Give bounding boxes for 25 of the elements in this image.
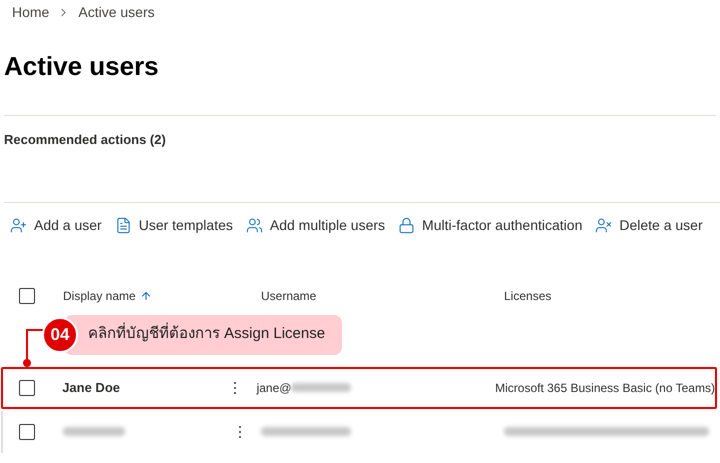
breadcrumb-link[interactable]: Home [12,2,50,22]
toolbar-button[interactable]: Add multiple users [246,215,386,236]
toolbar-button[interactable]: Delete a user [595,215,703,236]
column-header[interactable]: Username [261,286,316,304]
checkbox[interactable] [19,424,35,440]
toolbar-button[interactable]: Add a user [10,215,102,236]
table-row[interactable]: Jane Doe jane@ Microsoft 365 Business Basic (no Teams) [1,366,717,408]
checkbox[interactable] [19,288,35,304]
lock-icon [398,217,416,234]
column-header[interactable]: Display name [63,286,136,304]
person-plus-icon [10,217,27,234]
checkbox[interactable] [19,380,35,396]
document-icon [114,217,132,234]
display-name[interactable]: Jane Doe [62,380,120,395]
step-badge: 04 [42,316,78,352]
toolbar-button[interactable]: Multi-factor authentication [398,215,582,236]
blurred-text [63,427,125,436]
recommended-actions[interactable]: Recommended actions (2) [0,130,720,150]
column-header[interactable]: Licenses [504,286,552,304]
page-title: Active users [3,50,160,83]
person-x-icon [595,217,612,234]
username: jane@ [256,380,292,396]
toolbar-button[interactable]: User templates [114,215,233,236]
license-name: Microsoft 365 Business Basic (no Teams) [495,380,715,394]
breadcrumb-current: Active users [78,2,155,22]
